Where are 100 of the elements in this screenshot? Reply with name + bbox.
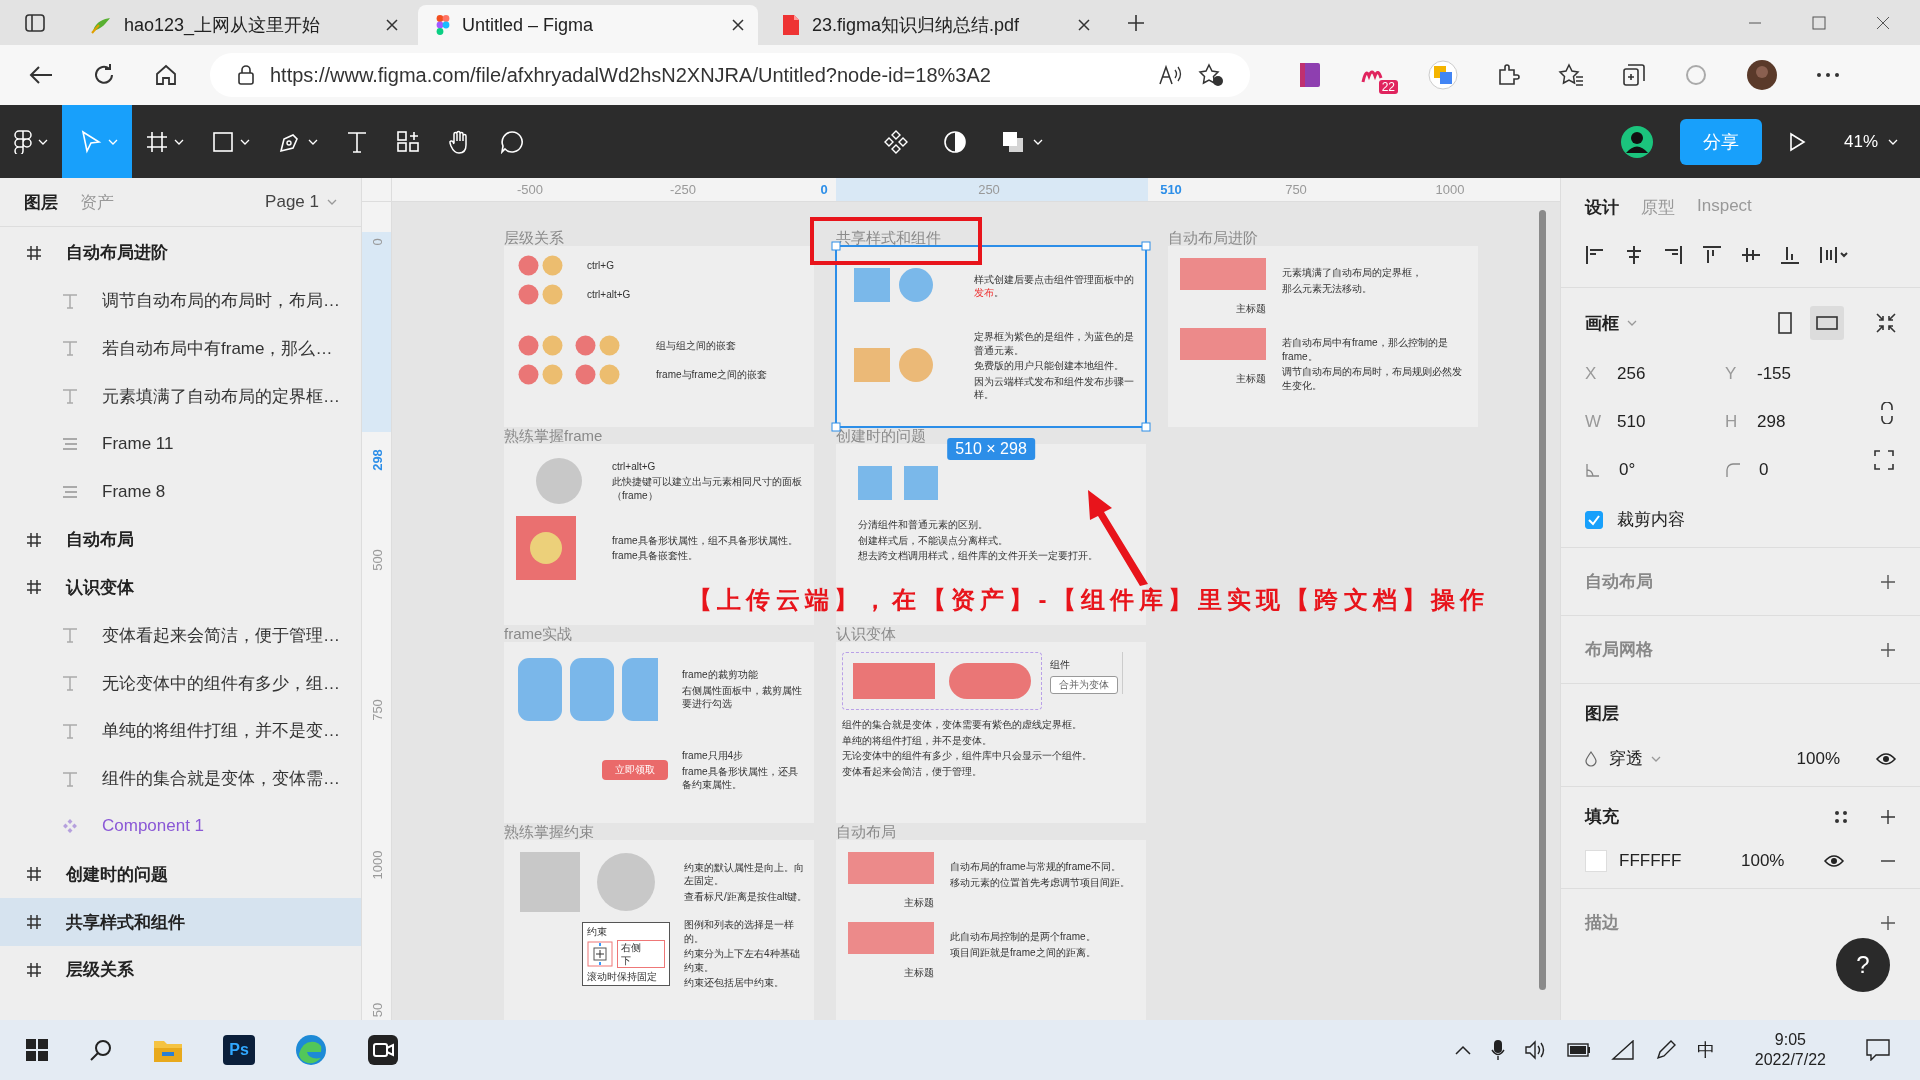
add-icon[interactable] xyxy=(1880,914,1896,931)
clip-content-checkbox[interactable] xyxy=(1585,510,1603,529)
constrain-proportions-icon[interactable] xyxy=(1880,402,1894,424)
blend-mode-dropdown[interactable]: 穿透 xyxy=(1609,747,1661,770)
layer-item[interactable]: 单纯的将组件打组，并不是变… xyxy=(0,706,361,755)
address-field[interactable]: https://www.figma.com/file/afxhryadalWd2hsN2XNJRA/Untitled?node-id=18%3A2 xyxy=(210,53,1250,97)
independent-corners-icon[interactable] xyxy=(1874,450,1894,470)
layer-item[interactable]: 调节自动布局的布局时，布局… xyxy=(0,276,361,325)
avatar-icon[interactable] xyxy=(1746,59,1778,91)
edge-browser-icon[interactable] xyxy=(295,1034,327,1066)
color-hex-value[interactable]: FFFFFF xyxy=(1619,851,1729,871)
mask-icon[interactable] xyxy=(943,129,967,154)
rotation-field[interactable]: 0° xyxy=(1585,460,1725,480)
user-avatar-icon[interactable] xyxy=(1619,124,1654,159)
add-icon[interactable] xyxy=(1880,573,1896,590)
panel-tab[interactable]: 设计 xyxy=(1585,196,1619,219)
collections-icon[interactable] xyxy=(1622,63,1646,87)
note-text: 此快捷键可以建立出与元素相同尺寸的面板（frame） xyxy=(612,475,803,503)
constraint-label: 下 xyxy=(621,954,632,966)
style-icon[interactable] xyxy=(1834,809,1848,824)
close-icon[interactable] xyxy=(732,19,744,31)
new-tab-icon[interactable] xyxy=(1126,12,1146,33)
search-icon[interactable] xyxy=(89,1038,113,1062)
layer-item[interactable]: 变体看起来会简洁，便于管理… xyxy=(0,611,361,660)
opacity-value[interactable]: 100% xyxy=(1741,851,1785,871)
layer-item[interactable]: 自动布局 xyxy=(0,515,361,564)
layer-item[interactable]: Frame 8 xyxy=(0,468,361,516)
pen-icon[interactable] xyxy=(1654,1039,1677,1061)
layer-item[interactable]: 共享样式和组件 xyxy=(0,898,361,946)
layer-item[interactable]: 若自动布局中有frame，那么… xyxy=(0,324,361,373)
align-right-icon[interactable] xyxy=(1663,245,1683,265)
layer-item[interactable]: 认识变体 xyxy=(0,563,361,612)
eye-icon[interactable] xyxy=(1876,751,1896,766)
translate-icon[interactable] xyxy=(1428,60,1458,90)
resources-icon xyxy=(396,129,420,154)
clock[interactable]: 9:05 2022/7/22 xyxy=(1754,1030,1826,1070)
microphone-icon[interactable] xyxy=(1490,1039,1505,1061)
property-field[interactable]: X 256 xyxy=(1585,364,1725,384)
caption-text: 主标题 xyxy=(904,966,934,980)
browser-tab[interactable]: 23.figma知识归纳总结.pdf xyxy=(764,5,1104,45)
help-button[interactable]: ? xyxy=(1836,938,1890,992)
align-left-icon[interactable] xyxy=(1585,245,1605,265)
zoom-dropdown[interactable]: 41% xyxy=(1843,131,1898,152)
property-field[interactable]: H 298 xyxy=(1725,412,1865,432)
browser-tab[interactable]: Untitled – Figma xyxy=(418,5,758,45)
close-icon[interactable] xyxy=(1078,19,1090,31)
refresh-icon[interactable] xyxy=(92,63,116,87)
component-icon[interactable] xyxy=(883,128,909,155)
corner-radius-field[interactable]: 0 xyxy=(1725,460,1865,480)
distribute-icon[interactable] xyxy=(1819,245,1849,265)
layer-item[interactable]: 元素填满了自动布局的定界框… xyxy=(0,372,361,421)
resize-to-fit-icon[interactable] xyxy=(1876,313,1896,333)
caption-text: 主标题 xyxy=(1236,302,1266,316)
layer-item[interactable]: 创建时的问题 xyxy=(0,850,361,899)
speaker-icon[interactable] xyxy=(1524,1040,1547,1060)
align-middle-icon[interactable] xyxy=(1741,245,1761,265)
pdf-file-icon xyxy=(782,14,800,36)
opacity-value[interactable]: 100% xyxy=(1796,748,1840,769)
puzzle-icon[interactable] xyxy=(1496,63,1520,87)
browser-tab[interactable]: hao123_上网从这里开始 xyxy=(72,5,412,45)
align-top-icon[interactable] xyxy=(1702,245,1722,265)
add-icon[interactable] xyxy=(1880,641,1896,658)
layer-item[interactable]: 组件的集合就是变体，变体需… xyxy=(0,754,361,803)
notification-icon[interactable] xyxy=(1866,1039,1890,1061)
chevron-up-icon[interactable] xyxy=(1454,1045,1471,1055)
eye-icon[interactable] xyxy=(1824,854,1844,868)
align-bottom-icon[interactable] xyxy=(1780,245,1800,265)
layer-item[interactable]: Frame 11 xyxy=(0,420,361,468)
tab-actions-icon[interactable] xyxy=(24,12,46,33)
property-field[interactable]: Y -155 xyxy=(1725,364,1865,384)
layer-item[interactable]: Component 1 xyxy=(0,802,361,851)
align-center-icon[interactable] xyxy=(1624,245,1644,265)
input-method-indicator[interactable]: 中 xyxy=(1696,1038,1715,1062)
battery-icon[interactable] xyxy=(1566,1043,1591,1057)
close-icon[interactable] xyxy=(1876,15,1890,30)
layer-item[interactable]: 自动布局进阶 xyxy=(0,229,361,277)
layer-item[interactable]: 无论变体中的组件有多少，组… xyxy=(0,659,361,707)
windows-start-icon[interactable] xyxy=(25,1038,49,1062)
close-icon[interactable] xyxy=(386,19,398,31)
photoshop-app-icon[interactable]: Ps xyxy=(223,1035,255,1065)
property-field[interactable]: W 510 xyxy=(1585,412,1725,432)
home-icon[interactable] xyxy=(154,63,178,87)
note-text: 调节自动布局的布局时，布局规则必然发生变化。 xyxy=(1282,365,1463,392)
video-camera-icon[interactable] xyxy=(367,1034,399,1066)
color-swatch[interactable] xyxy=(1585,850,1607,872)
panel-tab[interactable]: 图层 xyxy=(24,190,58,214)
layer-item[interactable]: 层级关系 xyxy=(0,945,361,994)
extension-icon[interactable] xyxy=(1298,62,1322,88)
add-icon[interactable] xyxy=(1880,808,1896,825)
scrollbar[interactable] xyxy=(1539,210,1546,990)
read-aloud-icon[interactable] xyxy=(1158,64,1182,86)
page-dropdown[interactable]: Page 1 xyxy=(265,192,337,212)
back-icon[interactable] xyxy=(28,64,54,86)
star-plus-icon[interactable] xyxy=(1198,63,1224,87)
section-title[interactable]: 画框 xyxy=(1585,311,1619,335)
landscape-button[interactable] xyxy=(1810,306,1844,340)
play-icon[interactable] xyxy=(1787,131,1806,152)
combine-variants-button[interactable]: 合并为变体 xyxy=(1050,676,1118,694)
more-icon[interactable] xyxy=(1816,72,1840,78)
favorites-icon[interactable] xyxy=(1558,63,1584,87)
